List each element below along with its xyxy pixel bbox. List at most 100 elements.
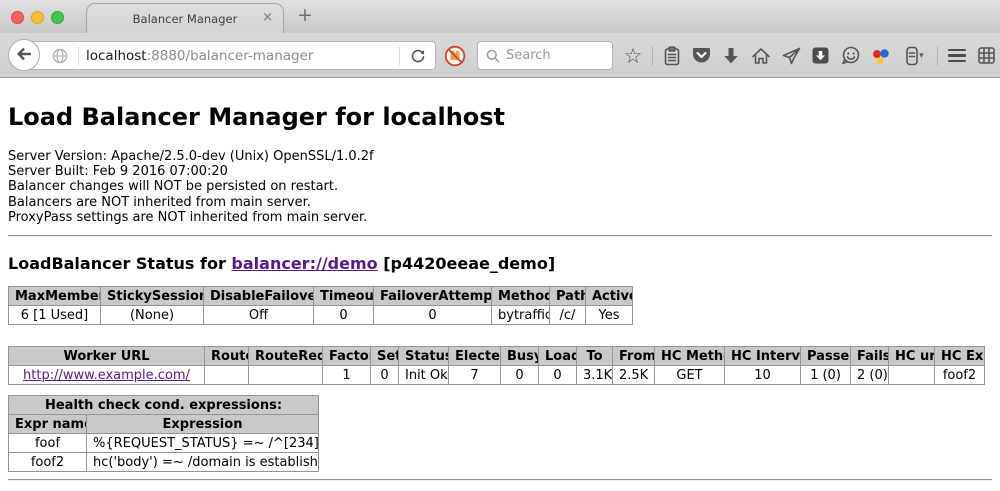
navigation-toolbar: localhost:8880/balancer-manager ☆ [0, 33, 1000, 78]
send-page-icon[interactable] [780, 45, 802, 67]
busy-cell: 0 [501, 366, 539, 385]
table-title-row: Health check cond. expressions: [9, 396, 319, 415]
expr-name-cell: foof [9, 434, 87, 453]
column-header: FailoverAttempts [374, 287, 492, 306]
expr-name-cell: foof2 [9, 453, 87, 472]
disable-failover-cell: Off [204, 306, 314, 325]
column-header: Method [492, 287, 550, 306]
url-bar-divider [78, 47, 79, 65]
active-cell: Yes [586, 306, 633, 325]
search-input[interactable] [506, 48, 604, 63]
column-header: Route [205, 347, 249, 366]
url-text[interactable]: localhost:8880/balancer-manager [86, 48, 392, 64]
bookmark-star-icon[interactable]: ☆ [622, 45, 644, 67]
path-cell: /c/ [550, 306, 586, 325]
column-header: Timeout [314, 287, 374, 306]
table-header-row: Worker URL Route RouteRedir Factor Set S… [9, 347, 985, 366]
column-header: Worker URL [9, 347, 205, 366]
zoom-window-button[interactable] [51, 11, 64, 24]
column-header: HC Method [655, 347, 725, 366]
table-row: 6 [1 Used] (None) Off 0 0 bytraffic /c/ … [9, 306, 633, 325]
column-header: Active [586, 287, 633, 306]
reading-list-icon[interactable] [661, 45, 683, 67]
hc-method-cell: GET [655, 366, 725, 385]
hc-expr-cell: foof2 [935, 366, 985, 385]
pocket-icon[interactable] [691, 45, 713, 67]
persist-note-line: Balancer changes will NOT be persisted o… [8, 179, 992, 194]
toolbar-icons: ☆ [622, 41, 998, 70]
server-built-line: Server Built: Feb 9 2016 07:00:20 [8, 164, 992, 179]
home-icon[interactable] [750, 45, 772, 67]
table-header-row: MaxMembers StickySession DisableFailover… [9, 287, 633, 306]
character-grid-icon[interactable] [976, 45, 998, 67]
tab-close-icon[interactable]: × [262, 11, 273, 25]
balancer-demo-link[interactable]: balancer://demo [231, 254, 377, 273]
page-bottom-divider [8, 479, 992, 481]
table-header-row: Expr name Expression [9, 415, 319, 434]
minimize-window-button[interactable] [31, 11, 44, 24]
column-header: HC Interval [725, 347, 801, 366]
hc-uri-cell [889, 366, 935, 385]
route-redir-cell [249, 366, 323, 385]
url-path: :8880/balancer-manager [147, 48, 314, 64]
column-header: RouteRedir [249, 347, 323, 366]
status-heading-prefix: LoadBalancer Status for [8, 254, 231, 273]
container-addon-icon[interactable]: ▾ [899, 45, 929, 67]
column-header: Path [550, 287, 586, 306]
colored-dots-addon-icon[interactable] [870, 45, 892, 67]
max-members-cell: 6 [1 Used] [9, 306, 101, 325]
back-button[interactable] [8, 39, 40, 71]
column-header: Set [371, 347, 399, 366]
search-bar[interactable] [477, 41, 613, 70]
table-row: http://www.example.com/ 1 0 Init Ok 7 0 … [9, 366, 985, 385]
table-row: foof2 hc('body') =~ /domain is establish… [9, 453, 319, 472]
url-bar-divider [399, 47, 400, 65]
page-content: Load Balancer Manager for localhost Serv… [0, 103, 1000, 481]
column-header: Passes [801, 347, 851, 366]
timeout-cell: 0 [314, 306, 374, 325]
column-header: Elected [449, 347, 501, 366]
save-to-device-icon[interactable] [810, 45, 832, 67]
route-cell [205, 366, 249, 385]
window-controls [11, 11, 64, 24]
url-bar[interactable]: localhost:8880/balancer-manager [26, 41, 436, 70]
download-icon[interactable] [720, 45, 742, 67]
status-cell: Init Ok [399, 366, 449, 385]
server-version-line: Server Version: Apache/2.5.0-dev (Unix) … [8, 149, 992, 164]
from-cell: 2.5K [613, 366, 655, 385]
reload-icon[interactable] [407, 45, 429, 67]
column-header: To [577, 347, 613, 366]
column-header: MaxMembers [9, 287, 101, 306]
menu-hamburger-icon[interactable] [946, 45, 968, 67]
worker-status-table: Worker URL Route RouteRedir Factor Set S… [8, 346, 985, 385]
search-icon [486, 49, 500, 63]
plugin-blocked-icon[interactable] [444, 45, 466, 67]
column-header: Status [399, 347, 449, 366]
expression-cell: hc('body') =~ /domain is established/ [87, 453, 319, 472]
health-table-title: Health check cond. expressions: [9, 396, 319, 415]
new-tab-button[interactable]: + [297, 4, 313, 26]
browser-tab[interactable]: Balancer Manager × [86, 3, 284, 33]
column-header: DisableFailover [204, 287, 314, 306]
expression-cell: %{REQUEST_STATUS} =~ /^[234]/ [87, 434, 319, 453]
column-header: Factor [323, 347, 371, 366]
tab-bar: Balancer Manager × + [0, 0, 1000, 33]
server-info: Server Version: Apache/2.5.0-dev (Unix) … [8, 149, 992, 225]
chevron-down-icon[interactable]: ▾ [919, 51, 924, 61]
worker-url-cell: http://www.example.com/ [9, 366, 205, 385]
failover-attempts-cell: 0 [374, 306, 492, 325]
page-identity-globe-icon[interactable] [49, 45, 71, 67]
close-window-button[interactable] [11, 11, 24, 24]
toolbar-separator [652, 46, 653, 66]
column-header: Busy [501, 347, 539, 366]
table-row: foof %{REQUEST_STATUS} =~ /^[234]/ [9, 434, 319, 453]
chat-smiley-icon[interactable] [840, 45, 862, 67]
column-header: From [613, 347, 655, 366]
worker-url-link[interactable]: http://www.example.com/ [23, 368, 190, 383]
toolbar-separator [937, 46, 938, 66]
elected-cell: 7 [449, 366, 501, 385]
section-divider [8, 235, 992, 237]
column-header: HC uri [889, 347, 935, 366]
factor-cell: 1 [323, 366, 371, 385]
column-header: StickySession [101, 287, 204, 306]
